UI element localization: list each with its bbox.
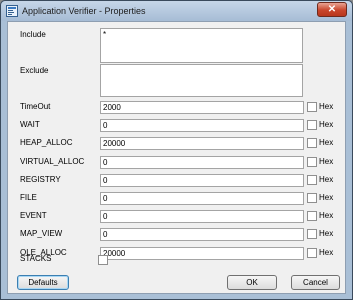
event-label: EVENT [20,211,47,220]
cancel-button[interactable]: Cancel [291,275,340,290]
include-label: Include [20,30,46,39]
heap-alloc-label: HEAP_ALLOC [20,138,73,147]
ok-button[interactable]: OK [227,275,277,290]
map-view-label: MAP_VIEW [20,229,63,238]
registry-label: REGISTRY [20,175,61,184]
heap-alloc-hex-checkbox[interactable] [307,138,317,148]
map-view-input[interactable]: 0 [100,228,304,241]
wait-hex-label: Hex [319,120,334,129]
window-title: Application Verifier - Properties [22,6,146,16]
file-hex-label: Hex [319,193,334,202]
registry-hex-label: Hex [319,175,334,184]
exclude-textarea[interactable] [100,64,303,97]
title-bar[interactable]: Application Verifier - Properties ✕ [1,1,352,21]
virtual-alloc-hex-label: Hex [319,157,334,166]
file-hex-checkbox[interactable] [307,193,317,203]
virtual-alloc-input[interactable]: 0 [100,156,304,169]
timeout-label: TimeOut [20,102,51,111]
timeout-input[interactable]: 2000 [100,101,304,114]
heap-alloc-input[interactable]: 20000 [100,137,304,150]
map-view-hex-checkbox[interactable] [307,229,317,239]
event-hex-checkbox[interactable] [307,211,317,221]
file-input[interactable]: 0 [100,192,304,205]
wait-hex-checkbox[interactable] [307,120,317,130]
properties-dialog: Application Verifier - Properties ✕ Incl… [0,0,353,300]
map-view-hex-label: Hex [319,229,334,238]
defaults-button[interactable]: Defaults [17,275,69,290]
ole-alloc-input[interactable]: 20000 [100,247,304,260]
wait-input[interactable]: 0 [100,119,304,132]
heap-alloc-hex-label: Hex [319,138,334,147]
timeout-hex-checkbox[interactable] [307,102,317,112]
close-icon: ✕ [327,4,337,15]
file-label: FILE [20,193,37,202]
registry-hex-checkbox[interactable] [307,175,317,185]
app-icon [6,5,18,17]
event-input[interactable]: 0 [100,210,304,223]
stacks-checkbox[interactable] [98,255,108,265]
close-button[interactable]: ✕ [317,2,347,17]
ole-alloc-hex-label: Hex [319,248,334,257]
dialog-body: Include * Exclude TimeOut 2000 Hex WAIT 0 Hex… [7,21,346,294]
virtual-alloc-label: VIRTUAL_ALLOC [20,157,85,166]
stacks-label: STACKS [20,254,52,263]
registry-input[interactable]: 0 [100,174,304,187]
exclude-label: Exclude [20,66,49,75]
ole-alloc-hex-checkbox[interactable] [307,248,317,258]
wait-label: WAIT [20,120,40,129]
include-textarea[interactable]: * [100,28,303,63]
timeout-hex-label: Hex [319,102,334,111]
virtual-alloc-hex-checkbox[interactable] [307,157,317,167]
event-hex-label: Hex [319,211,334,220]
